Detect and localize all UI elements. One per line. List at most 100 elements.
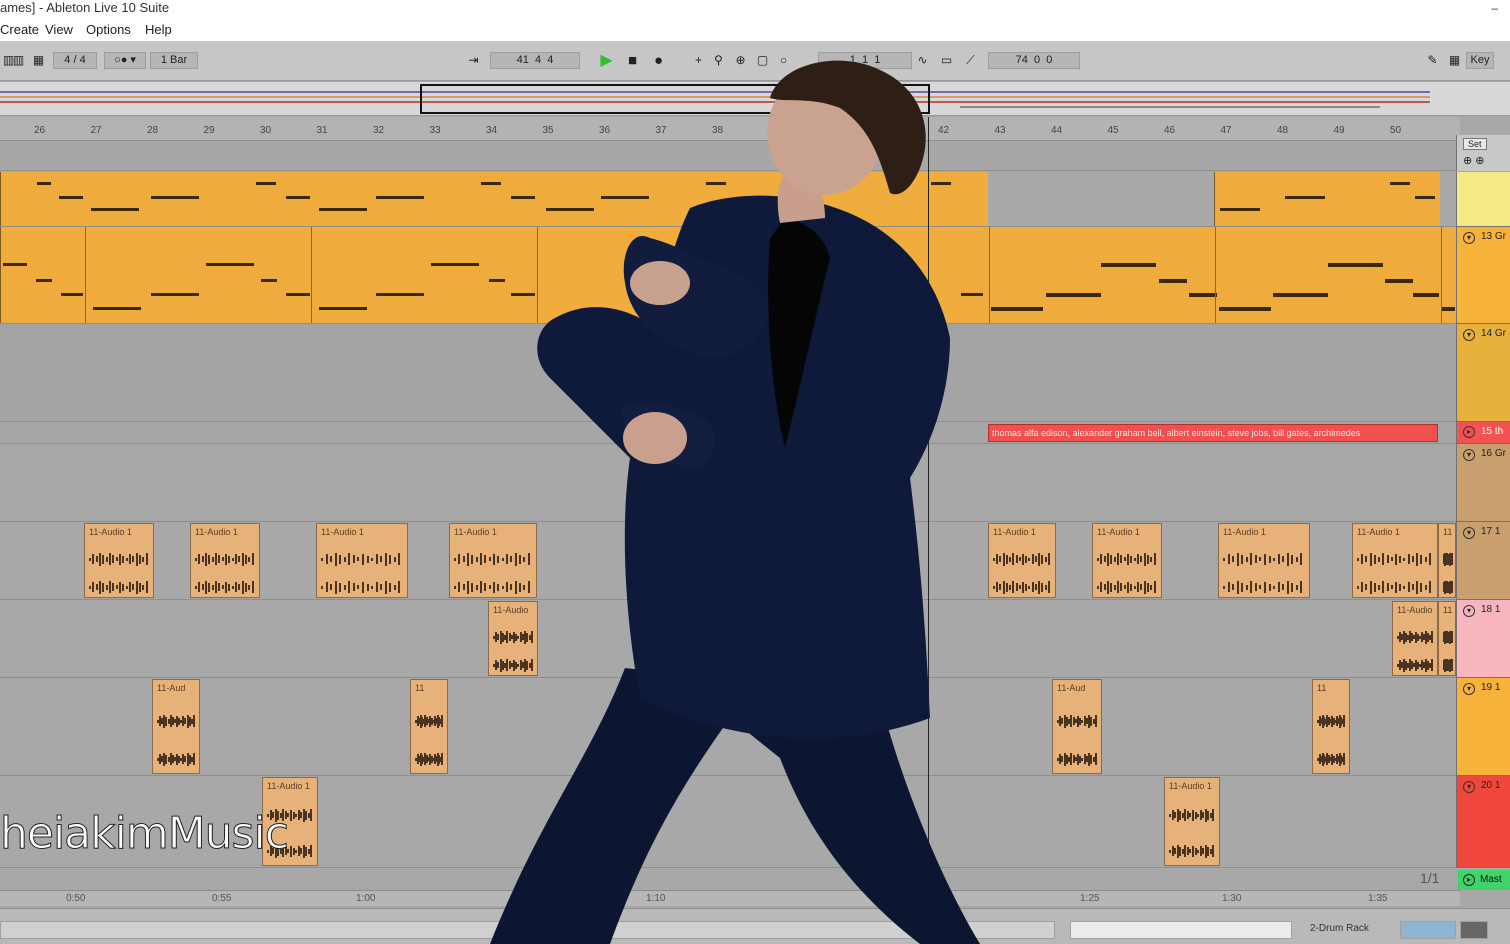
ableton-live-window: ames] - Ableton Live 10 Suite – Create V… — [0, 0, 1510, 944]
waveform — [195, 580, 255, 594]
waveform — [1057, 752, 1097, 766]
device-chain-preview[interactable] — [1400, 921, 1456, 939]
menu-options[interactable]: Options — [86, 22, 131, 37]
device-label: 2-Drum Rack — [1310, 923, 1369, 934]
track-19-header[interactable]: ▾ 19 1 — [1456, 678, 1510, 776]
device-chain-preview[interactable] — [1460, 921, 1488, 939]
loop-length[interactable]: 74 0 0 — [988, 52, 1080, 69]
clip-name: 11-Audio 1 — [267, 781, 310, 791]
key-map-button[interactable]: Key — [1466, 52, 1494, 69]
clip-name: 11-Aud — [157, 683, 186, 693]
waveform — [1317, 714, 1346, 728]
metronome-grid-icon[interactable]: ▥ — [10, 52, 27, 69]
audio-clip[interactable]: 11-Audio 1 — [1352, 523, 1438, 598]
track-12-header[interactable] — [1456, 172, 1510, 227]
audio-clip[interactable]: 11-Audio 1 — [1164, 777, 1220, 866]
audio-clip[interactable]: 11-Aud — [1052, 679, 1102, 774]
ruler-bar-label: 48 — [1277, 125, 1289, 136]
track-20-header[interactable]: ▾ 20 1 — [1456, 776, 1510, 868]
waveform — [1223, 552, 1305, 566]
waveform — [157, 714, 195, 728]
track-14-header[interactable]: ▾ 14 Gr — [1456, 324, 1510, 422]
waveform — [1097, 580, 1157, 594]
track-name: 15 th — [1481, 426, 1504, 437]
menu-help[interactable]: Help — [145, 22, 172, 37]
dancing-man-figure — [490, 60, 980, 944]
add-locator-icon[interactable]: ⊕ ⊕ — [1463, 154, 1485, 167]
audio-clip[interactable]: 11 — [410, 679, 448, 774]
audio-clip[interactable]: 11 — [1312, 679, 1350, 774]
track-name: 18 1 — [1481, 604, 1501, 615]
ruler-bar-label: 46 — [1164, 125, 1176, 136]
audio-clip[interactable]: 11-Audio 1 — [190, 523, 260, 598]
ruler-bar-label: 29 — [203, 125, 215, 136]
clip-name: 11 — [415, 683, 425, 693]
minimize-icon[interactable]: – — [1491, 0, 1498, 16]
track-name: 20 1 — [1481, 780, 1501, 791]
midi-clip[interactable] — [1214, 172, 1440, 226]
clip-name: 11-Audio — [1397, 605, 1433, 615]
waveform — [157, 752, 195, 766]
track-13-header[interactable]: ▾ 13 Gr — [1456, 227, 1510, 324]
audio-clip[interactable]: 11-Audio 1 — [1218, 523, 1310, 598]
waveform — [993, 552, 1051, 566]
metronome-toggle[interactable]: ○● ▾ — [104, 52, 146, 69]
channel-watermark: heiakimMusic — [0, 808, 289, 860]
audio-clip[interactable]: 11-Audio 1 — [316, 523, 408, 598]
waveform — [1097, 552, 1157, 566]
ruler-bar-label: 27 — [90, 125, 102, 136]
audio-clip[interactable]: 11-Audio 1 — [988, 523, 1056, 598]
audio-clip[interactable]: 11 — [1438, 523, 1456, 598]
clip-name: 11-Audio 1 — [1223, 527, 1266, 537]
audio-clip[interactable]: 11-Audio 1 — [84, 523, 154, 598]
fold-icon[interactable]: ▾ — [1463, 605, 1475, 617]
waveform — [1357, 552, 1433, 566]
play-icon[interactable]: ▸ — [1463, 874, 1475, 886]
ruler-bar-label: 31 — [316, 125, 328, 136]
fold-icon[interactable]: ▾ — [1463, 781, 1475, 793]
fold-icon[interactable]: ▾ — [1463, 527, 1475, 539]
set-button[interactable]: Set — [1463, 138, 1487, 150]
fold-icon[interactable]: ▾ — [1463, 683, 1475, 695]
menu-view[interactable]: View — [45, 22, 73, 37]
bars-icon[interactable]: ▦ — [30, 52, 47, 69]
time-label: 1:00 — [356, 893, 376, 904]
clip-name: 11-Audio 1 — [321, 527, 364, 537]
draw-mode-icon[interactable]: ✎ — [1424, 52, 1441, 69]
track-16-header[interactable]: ▾ 16 Gr — [1456, 444, 1510, 522]
clip-name: 11 — [1443, 605, 1453, 615]
audio-clip[interactable]: 11 — [1438, 601, 1456, 676]
text-clip[interactable]: thomas alfa edison, alexander graham bel… — [988, 424, 1438, 442]
waveform — [1443, 630, 1453, 644]
audio-clip[interactable]: 11-Audio — [1392, 601, 1438, 676]
time-signature[interactable]: 4 / 4 — [53, 52, 97, 69]
fold-icon[interactable]: ▾ — [1463, 232, 1475, 244]
quantize-menu[interactable]: 1 Bar — [150, 52, 198, 69]
window-title: ames] - Ableton Live 10 Suite — [0, 0, 170, 15]
track-17-header[interactable]: ▾ 17 1 — [1456, 522, 1510, 600]
clip-name: 11 — [1443, 527, 1453, 537]
menu-create[interactable]: Create — [0, 22, 39, 37]
waveform — [321, 580, 403, 594]
audio-clip[interactable]: 11-Audio 1 — [1092, 523, 1162, 598]
audio-clip[interactable]: 11-Aud — [152, 679, 200, 774]
menu-bar: Create View Options Help — [0, 20, 1510, 41]
waveform — [1317, 752, 1346, 766]
fold-icon[interactable]: ▾ — [1463, 449, 1475, 461]
waveform — [993, 580, 1051, 594]
fold-icon[interactable]: ▾ — [1463, 329, 1475, 341]
time-label: 0:50 — [66, 893, 86, 904]
track-15-header[interactable]: ▸ 15 th — [1456, 422, 1510, 444]
clip-name: 11 — [1317, 683, 1327, 693]
ruler-bar-label: 30 — [260, 125, 272, 136]
track-name: 13 Gr — [1481, 231, 1507, 242]
clip-name: 11-Aud — [1057, 683, 1086, 693]
midi-map-icon[interactable]: ▦ — [1446, 52, 1463, 69]
ruler-bar-label: 45 — [1107, 125, 1119, 136]
track-18-header[interactable]: ▾ 18 1 — [1456, 600, 1510, 678]
waveform — [89, 580, 149, 594]
fold-icon[interactable]: ▸ — [1463, 426, 1475, 438]
master-track-header[interactable]: ▸ Mast — [1458, 870, 1510, 890]
status-field[interactable] — [1070, 921, 1292, 939]
master-label: Mast — [1480, 874, 1502, 885]
